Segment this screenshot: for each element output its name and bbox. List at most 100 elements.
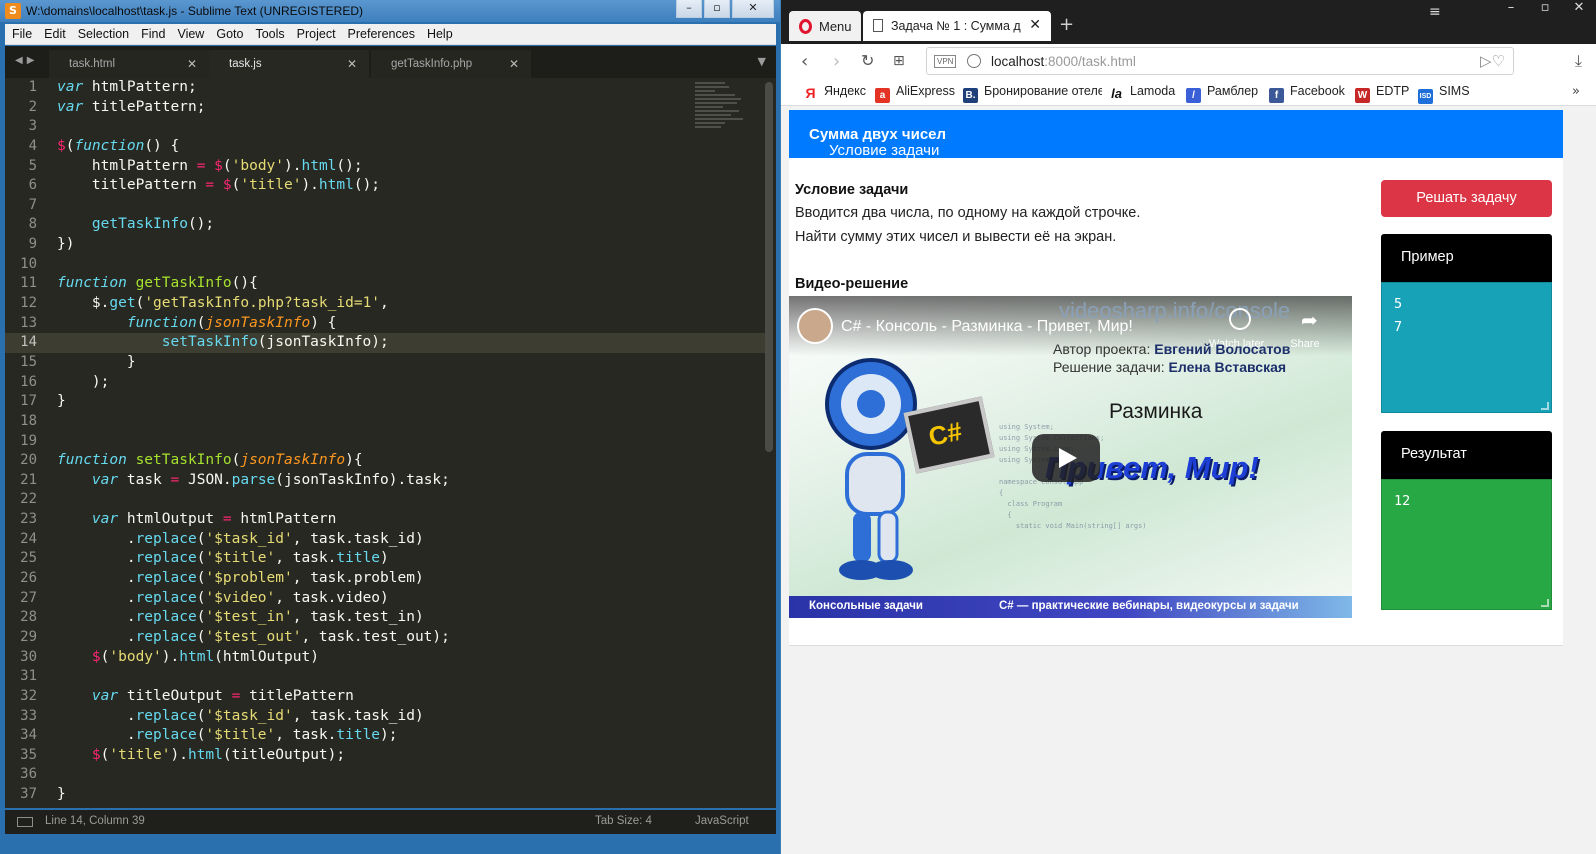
code-line: 2 var titlePattern; (5, 98, 765, 118)
menu-help[interactable]: Help (421, 27, 459, 41)
menu-selection[interactable]: Selection (72, 27, 135, 41)
problem-text-line1: Вводится два числа, по одному на каждой … (795, 205, 1141, 221)
browser-tab-active[interactable]: Задача № 1 : Сумма двух ✕ (863, 11, 1051, 41)
menu-find[interactable]: Find (135, 27, 171, 41)
bookmark-sims[interactable]: ISD SIMS (1418, 84, 1470, 104)
solve-task-button[interactable]: Решать задачу (1381, 180, 1552, 217)
example-input-textarea[interactable]: 5 7 (1381, 282, 1552, 413)
tab-size-selector[interactable]: Tab Size: 4 (595, 815, 652, 827)
download-icon[interactable]: ⤓ (1575, 51, 1582, 71)
share-icon[interactable]: ➦ (1301, 308, 1318, 332)
resize-grip-icon[interactable] (1541, 402, 1549, 410)
tab-gettaskinfo-php[interactable]: getTaskInfo.php ✕ (371, 50, 531, 78)
bookmark-aliexpress[interactable]: a AliExpress (875, 84, 955, 103)
code-line: 26 .replace('$problem', task.problem) (5, 569, 765, 589)
panel-toggle-icon[interactable] (17, 817, 33, 827)
tab-close-icon[interactable]: ✕ (509, 50, 519, 78)
menu-preferences[interactable]: Preferences (342, 27, 421, 41)
line-number: 12 (20, 295, 37, 312)
new-tab-icon[interactable]: + (1059, 14, 1074, 35)
close-icon[interactable]: ✕ (1566, 0, 1592, 15)
aliexpress-icon: a (875, 88, 890, 103)
video-heading: Видео-решение (795, 276, 909, 292)
tab-close-icon[interactable]: ✕ (347, 50, 357, 78)
code-area[interactable]: 1 var htmlPattern; 2 var titlePattern; 3 4… (5, 78, 765, 805)
opera-menu-button[interactable]: Menu (789, 11, 861, 41)
code-editor[interactable]: 1 var htmlPattern; 2 var titlePattern; 3 4… (5, 78, 776, 808)
result-output-textarea[interactable]: 12 (1381, 479, 1552, 610)
address-bar[interactable]: VPN localhost:8000/task.html ▷♡ (926, 47, 1514, 75)
back-icon[interactable]: ‹ (801, 51, 808, 72)
close-tab-icon[interactable]: ✕ (1029, 17, 1041, 33)
code-line: 8 getTaskInfo(); (5, 215, 765, 235)
booking-icon: B. (963, 88, 978, 103)
maximize-icon[interactable]: ▫ (1532, 0, 1558, 15)
tab-task-js[interactable]: task.js ✕ (209, 50, 369, 78)
tab-dropdown-icon[interactable]: ▼ (758, 55, 766, 68)
result-heading: Результат (1401, 446, 1467, 462)
video-player[interactable]: C# using System;using System.Collections… (789, 296, 1352, 618)
minimize-icon[interactable]: – (1498, 0, 1524, 15)
speed-dial-icon[interactable]: ⊞ (893, 53, 905, 69)
line-number: 22 (20, 491, 37, 508)
code-line: 25 .replace('$title', task.title) (5, 549, 765, 569)
minimize-icon[interactable]: – (676, 0, 702, 18)
line-number: 5 (28, 157, 37, 174)
editor-scrollbar[interactable] (765, 82, 773, 452)
page-divider (789, 645, 1563, 646)
url-text[interactable]: localhost:8000/task.html (991, 54, 1136, 69)
bookmark-yandex[interactable]: Я Яндекс (803, 84, 866, 101)
code-line: 1 var htmlPattern; (5, 78, 765, 98)
reload-icon[interactable]: ↻ (861, 51, 874, 70)
line-number: 24 (20, 530, 37, 547)
line-number: 6 (28, 177, 37, 194)
play-icon[interactable] (1032, 434, 1100, 482)
bookmark-booking[interactable]: B. Бронирование отеле (963, 84, 1102, 103)
tab-task-html[interactable]: task.html ✕ (49, 50, 209, 78)
menu-project[interactable]: Project (291, 27, 342, 41)
menu-tools[interactable]: Tools (249, 27, 290, 41)
menu-view[interactable]: View (171, 27, 210, 41)
menu-goto[interactable]: Goto (210, 27, 249, 41)
code-line: 27 .replace('$video', task.video) (5, 589, 765, 609)
problem-text-line2: Найти сумму этих чисел и вывести её на э… (795, 229, 1117, 245)
forward-icon[interactable]: › (833, 51, 840, 72)
menu-edit[interactable]: Edit (38, 27, 72, 41)
code-line: 19 (5, 432, 765, 452)
code-line: 15 } (5, 353, 765, 373)
resize-grip-icon[interactable] (1541, 599, 1549, 607)
bookmark-rambler[interactable]: / Рамблер (1186, 84, 1258, 103)
bookmark-facebook[interactable]: f Facebook (1269, 84, 1345, 103)
tab-nav-arrows-icon[interactable]: ◀▶ (15, 55, 38, 66)
browser-tab-title: Задача № 1 : Сумма двух (891, 19, 1021, 33)
bookmark-edtp[interactable]: W EDTP (1355, 84, 1409, 103)
vpn-badge[interactable]: VPN (934, 55, 957, 68)
code-line: 9}) (5, 235, 765, 255)
channel-avatar[interactable] (797, 308, 833, 344)
minimap[interactable] (695, 80, 745, 150)
line-number: 29 (20, 628, 37, 645)
watch-later-icon[interactable] (1229, 308, 1251, 330)
bookmark-lamoda[interactable]: la Lamoda (1109, 84, 1175, 101)
line-number: 25 (20, 550, 37, 567)
code-line: 23 var htmlOutput = htmlPattern (5, 510, 765, 530)
tab-menu-icon[interactable]: ≡ (1429, 4, 1441, 20)
maximize-icon[interactable]: ▫ (704, 0, 730, 18)
bookmarks-more-icon[interactable]: » (1572, 84, 1580, 99)
close-icon[interactable]: ✕ (732, 0, 774, 18)
sublime-menubar: File Edit Selection Find View Goto Tools… (5, 24, 776, 45)
send-and-heart-icon[interactable]: ▷♡ (1480, 52, 1505, 70)
tab-close-icon[interactable]: ✕ (187, 50, 197, 78)
menu-file[interactable]: File (5, 27, 38, 41)
line-number: 34 (20, 727, 37, 744)
line-number: 35 (20, 746, 37, 763)
code-line: 36 (5, 765, 765, 785)
code-line: 11 function getTaskInfo(){ (5, 274, 765, 294)
syntax-selector[interactable]: JavaScript (695, 815, 749, 827)
opera-logo-icon (799, 19, 812, 34)
sims-icon: ISD (1418, 89, 1433, 104)
code-line: 24 .replace('$task_id', task.task_id) (5, 530, 765, 550)
code-line: 18 (5, 412, 765, 432)
video-title[interactable]: C# - Консоль - Разминка - Привет, Мир! (841, 318, 1133, 336)
site-info-icon[interactable] (967, 54, 981, 68)
